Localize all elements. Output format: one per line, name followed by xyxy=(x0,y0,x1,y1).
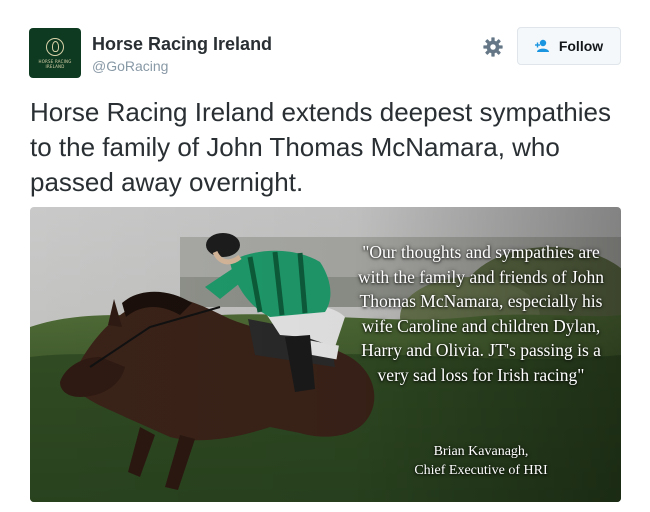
add-user-icon xyxy=(534,39,549,52)
tweet-photo[interactable]: "Our thoughts and sympathies are with th… xyxy=(30,207,621,502)
avatar[interactable]: HORSE RACING IRELAND xyxy=(29,28,81,78)
follow-button[interactable]: Follow xyxy=(517,27,621,65)
user-handle[interactable]: @GoRacing xyxy=(92,58,168,74)
horse-emblem-icon xyxy=(46,37,64,56)
attribution-title: Chief Executive of HRI xyxy=(414,463,548,478)
gear-icon[interactable] xyxy=(482,36,504,58)
attribution-name: Brian Kavanagh, xyxy=(433,444,529,459)
avatar-logo-text: HORSE RACING IRELAND xyxy=(38,58,72,69)
follow-label: Follow xyxy=(558,38,604,54)
display-name[interactable]: Horse Racing Ireland xyxy=(92,34,272,55)
tweet-text: Horse Racing Ireland extends deepest sym… xyxy=(30,97,611,197)
tweet-card: HORSE RACING IRELAND Horse Racing Irelan… xyxy=(0,0,650,512)
quote-text: "Our thoughts and sympathies are with th… xyxy=(358,242,604,385)
quote-attribution: Brian Kavanagh, Chief Executive of HRI xyxy=(356,442,606,480)
